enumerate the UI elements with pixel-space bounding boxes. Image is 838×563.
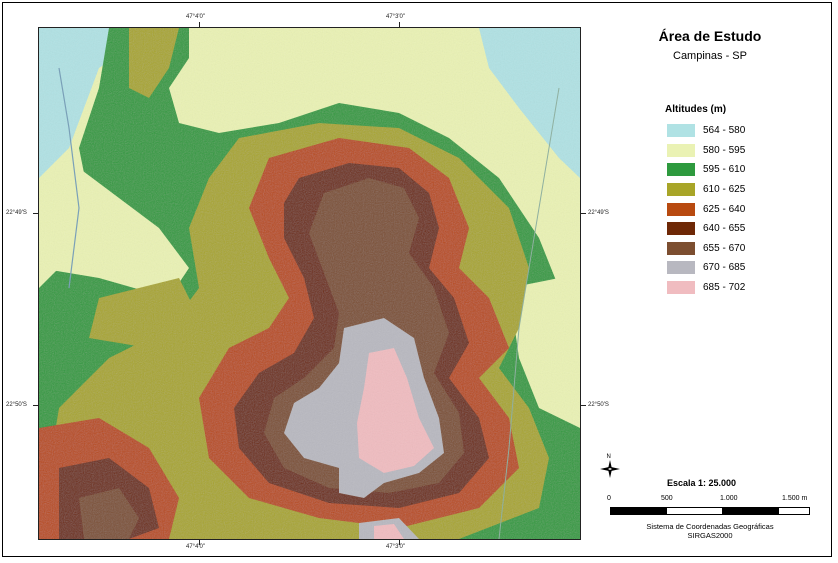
legend-label: 640 - 655 [703, 223, 746, 235]
map-subtitle: Campinas - SP [673, 50, 747, 62]
legend-label: 655 - 670 [703, 242, 746, 254]
coord-tick [33, 213, 38, 214]
legend-item: 564 - 580 [667, 121, 745, 141]
legend-item: 610 - 625 [667, 180, 745, 200]
legend-swatch [667, 183, 695, 197]
legend-item: 625 - 640 [667, 199, 745, 219]
crs-line-2: SIRGAS2000 [687, 531, 733, 540]
coord-top-2: 47°3'0" [386, 14, 406, 20]
coord-bottom-1: 47°4'0" [186, 544, 206, 550]
legend-item: 580 - 595 [667, 141, 745, 161]
coord-tick [399, 22, 400, 27]
elevation-map [38, 27, 581, 540]
legend-label: 685 - 702 [703, 282, 746, 294]
legend: 564 - 580 580 - 595 595 - 610 610 - 625 … [667, 121, 745, 297]
legend-label: 564 - 580 [703, 125, 746, 137]
scale-tick-label: 500 [661, 495, 673, 502]
scale-segment [667, 508, 723, 514]
legend-item: 655 - 670 [667, 239, 745, 259]
scale-tick-label: 1.000 [720, 495, 738, 502]
legend-swatch [667, 202, 695, 216]
crs-line-1: Sistema de Coordenadas Geográficas [646, 522, 774, 531]
coord-tick [33, 405, 38, 406]
legend-item: 670 - 685 [667, 258, 745, 278]
legend-label: 610 - 625 [703, 184, 746, 196]
scale-bar [610, 507, 810, 515]
legend-title: Altitudes (m) [665, 104, 727, 115]
elevation-map-graphic [39, 28, 580, 539]
legend-label: 595 - 610 [703, 164, 746, 176]
legend-swatch [667, 222, 695, 236]
scale-tick-label: 0 [607, 495, 611, 502]
coord-tick [581, 213, 586, 214]
legend-swatch [667, 163, 695, 177]
coord-right-1: 22°49'S [588, 210, 609, 216]
north-label: N [607, 454, 611, 460]
legend-swatch [667, 124, 695, 138]
legend-swatch [667, 261, 695, 275]
legend-swatch [667, 241, 695, 255]
scale-segment [779, 508, 809, 514]
scale-tick-label: 1.500 m [782, 495, 808, 502]
coord-tick [199, 22, 200, 27]
north-arrow-icon: N [600, 454, 620, 478]
scale-title: Escala 1: 25.000 [667, 478, 737, 488]
legend-item: 595 - 610 [667, 160, 745, 180]
coord-right-2: 22°50'S [588, 402, 609, 408]
coord-tick [581, 405, 586, 406]
legend-item: 685 - 702 [667, 278, 745, 298]
legend-item: 640 - 655 [667, 219, 745, 239]
map-title: Área de Estudo [658, 28, 762, 44]
coord-bottom-2: 47°3'0" [386, 544, 406, 550]
coord-left-1: 22°49'S [6, 210, 27, 216]
legend-label: 625 - 640 [703, 203, 746, 215]
legend-label: 670 - 685 [703, 262, 746, 274]
coord-top-1: 47°4'0" [186, 14, 206, 20]
legend-label: 580 - 595 [703, 144, 746, 156]
scale-segment [611, 508, 667, 514]
coord-left-2: 22°50'S [6, 402, 27, 408]
scale-segment [723, 508, 779, 514]
legend-swatch [667, 281, 695, 295]
legend-swatch [667, 143, 695, 157]
